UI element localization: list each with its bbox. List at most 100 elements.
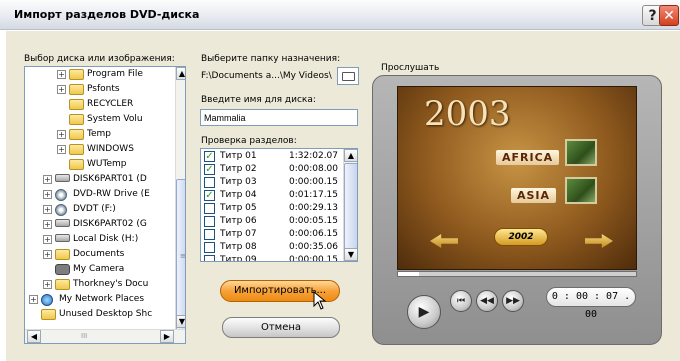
cancel-button[interactable]: Отмена [222, 317, 340, 338]
scroll-down-arrow-icon[interactable]: ▼ [344, 248, 357, 261]
skip-back-button[interactable]: ⏮ [450, 290, 472, 312]
scroll-right-arrow-icon[interactable]: ▶ [160, 330, 174, 343]
browse-folder-button[interactable] [337, 67, 359, 85]
expand-icon[interactable]: + [57, 130, 66, 139]
scroll-up-arrow-icon[interactable]: ▲ [176, 67, 185, 80]
chapter-row[interactable]: Титр 09 0:00:00.15 [201, 254, 343, 261]
disk-name-input[interactable] [200, 109, 358, 126]
drive-icon [55, 219, 70, 227]
drive-icon [55, 174, 70, 182]
tree-item-label: DVD-RW Drive (E [73, 189, 150, 199]
grip-icon: ≡ [180, 252, 186, 260]
chapter-duration: 0:00:06.15 [289, 229, 339, 239]
chapter-duration: 0:00:08.00 [289, 164, 339, 174]
expand-icon[interactable]: + [43, 280, 52, 289]
chapter-duration: 0:00:29.13 [289, 203, 339, 213]
menu-year: 2003 [424, 94, 511, 134]
expand-icon[interactable]: + [57, 145, 66, 154]
scroll-up-arrow-icon[interactable]: ▲ [344, 149, 357, 162]
folder-icon [69, 159, 84, 170]
expand-icon[interactable]: + [29, 295, 38, 304]
tree-item-label: Thorkney's Docu [73, 279, 149, 289]
playback-progress[interactable] [397, 271, 637, 277]
chapter-checkbox[interactable] [204, 216, 215, 227]
menu-item-asia[interactable]: ASIA [511, 188, 557, 203]
expand-icon[interactable]: + [43, 190, 52, 199]
chapter-checkbox[interactable] [204, 255, 215, 261]
folder-icon [41, 309, 56, 320]
tree-item-label: My Camera [73, 264, 125, 274]
tree-item-label: DISK6PART01 (D [73, 174, 147, 184]
chapter-row[interactable]: ✓ Титр 02 0:00:08.00 [201, 163, 343, 176]
folder-icon [342, 72, 355, 81]
folder-tree[interactable]: ▲ ≡ ▼ ◀ III ▶ + Program File + Psfonts RECYC… [24, 66, 186, 344]
year-badge[interactable]: 2002 [494, 228, 548, 246]
play-button[interactable]: ▶ [407, 295, 441, 329]
folder-icon [69, 99, 84, 110]
disk-name-label: Введите имя для диска: [201, 95, 316, 105]
chapter-name: Титр 08 [220, 242, 257, 252]
expand-icon[interactable]: + [43, 220, 52, 229]
hscroll-grip-icon: III [81, 332, 88, 340]
tree-item-label: WUTemp [87, 159, 127, 169]
chapter-row[interactable]: Титр 05 0:00:29.13 [201, 202, 343, 215]
expand-icon[interactable]: + [43, 235, 52, 244]
chapter-duration: 0:01:17.15 [289, 190, 339, 200]
chapter-row[interactable]: Титр 03 0:00:00.15 [201, 176, 343, 189]
folder-icon [69, 114, 84, 125]
dvd-drive-icon [55, 204, 67, 216]
chapter-row[interactable]: ✓ Титр 04 0:01:17.15 [201, 189, 343, 202]
folder-icon [69, 69, 84, 80]
chapter-name: Титр 04 [220, 190, 257, 200]
expand-icon[interactable]: + [57, 85, 66, 94]
tree-item-label: System Volu [87, 114, 143, 124]
chapters-scrollbar[interactable]: ▲ ▼ [343, 149, 357, 261]
camera-icon [55, 264, 70, 275]
chapter-checkbox[interactable] [204, 229, 215, 240]
chapter-row[interactable]: Титр 07 0:00:06.15 [201, 228, 343, 241]
chapter-duration: 1:32:02.07 [289, 151, 339, 161]
folder-icon [55, 279, 70, 290]
chapter-row[interactable]: Титр 06 0:00:05.15 [201, 215, 343, 228]
asia-thumbnail [565, 177, 597, 204]
expand-icon[interactable]: + [43, 250, 52, 259]
chapter-duration: 0:00:35.06 [289, 242, 339, 252]
tree-item-label: Documents [73, 249, 125, 259]
chapter-checkbox[interactable]: ✓ [204, 164, 215, 175]
chapter-checkbox[interactable] [204, 177, 215, 188]
chapter-row[interactable]: Титр 08 0:00:35.06 [201, 241, 343, 254]
close-button[interactable]: ✕ [659, 5, 679, 26]
tree-item-label: Psfonts [87, 84, 120, 94]
chapter-duration: 0:00:05.15 [289, 216, 339, 226]
chapter-row[interactable]: ✓ Титр 01 1:32:02.07 [201, 150, 343, 163]
chapter-checkbox[interactable]: ✓ [204, 151, 215, 162]
chapter-name: Титр 07 [220, 229, 257, 239]
window-title: Импорт разделов DVD-диска [14, 8, 200, 21]
chapter-checkbox[interactable] [204, 242, 215, 253]
scroll-down-arrow-icon[interactable]: ▼ [176, 315, 185, 328]
chapters-list[interactable]: ▲ ▼ ✓ Титр 01 1:32:02.07 ✓ Титр 02 0:00:08.00… [200, 148, 358, 262]
scroll-thumb[interactable] [344, 163, 357, 249]
expand-icon[interactable]: + [43, 175, 52, 184]
chapter-name: Титр 05 [220, 203, 257, 213]
folder-icon [69, 144, 84, 155]
tree-vertical-scrollbar[interactable]: ▲ ≡ ▼ [175, 67, 185, 335]
destination-label: Выберите папку назначения: [201, 54, 341, 64]
expand-icon[interactable]: + [57, 70, 66, 79]
tree-item-label: My Network Places [59, 294, 145, 304]
tree-horizontal-scrollbar[interactable]: ◀ III ▶ [25, 329, 185, 343]
africa-thumbnail [565, 139, 597, 166]
fast-forward-button[interactable]: ▶▶ [502, 290, 524, 312]
chapter-checkbox[interactable] [204, 203, 215, 214]
rewind-button[interactable]: ◀◀ [476, 290, 498, 312]
expand-icon[interactable]: + [43, 205, 52, 214]
chapter-name: Титр 06 [220, 216, 257, 226]
network-icon [41, 294, 53, 306]
menu-item-africa[interactable]: AFRICA [496, 150, 560, 165]
scroll-left-arrow-icon[interactable]: ◀ [27, 330, 41, 343]
chapter-checkbox[interactable]: ✓ [204, 190, 215, 201]
chapters-label: Проверка разделов: [201, 136, 297, 146]
scroll-thumb[interactable]: ≡ [176, 179, 186, 335]
tree-item-label: DISK6PART02 (G [73, 219, 147, 229]
timecode-display: 0 : 00 : 07 . 00 [546, 287, 636, 320]
